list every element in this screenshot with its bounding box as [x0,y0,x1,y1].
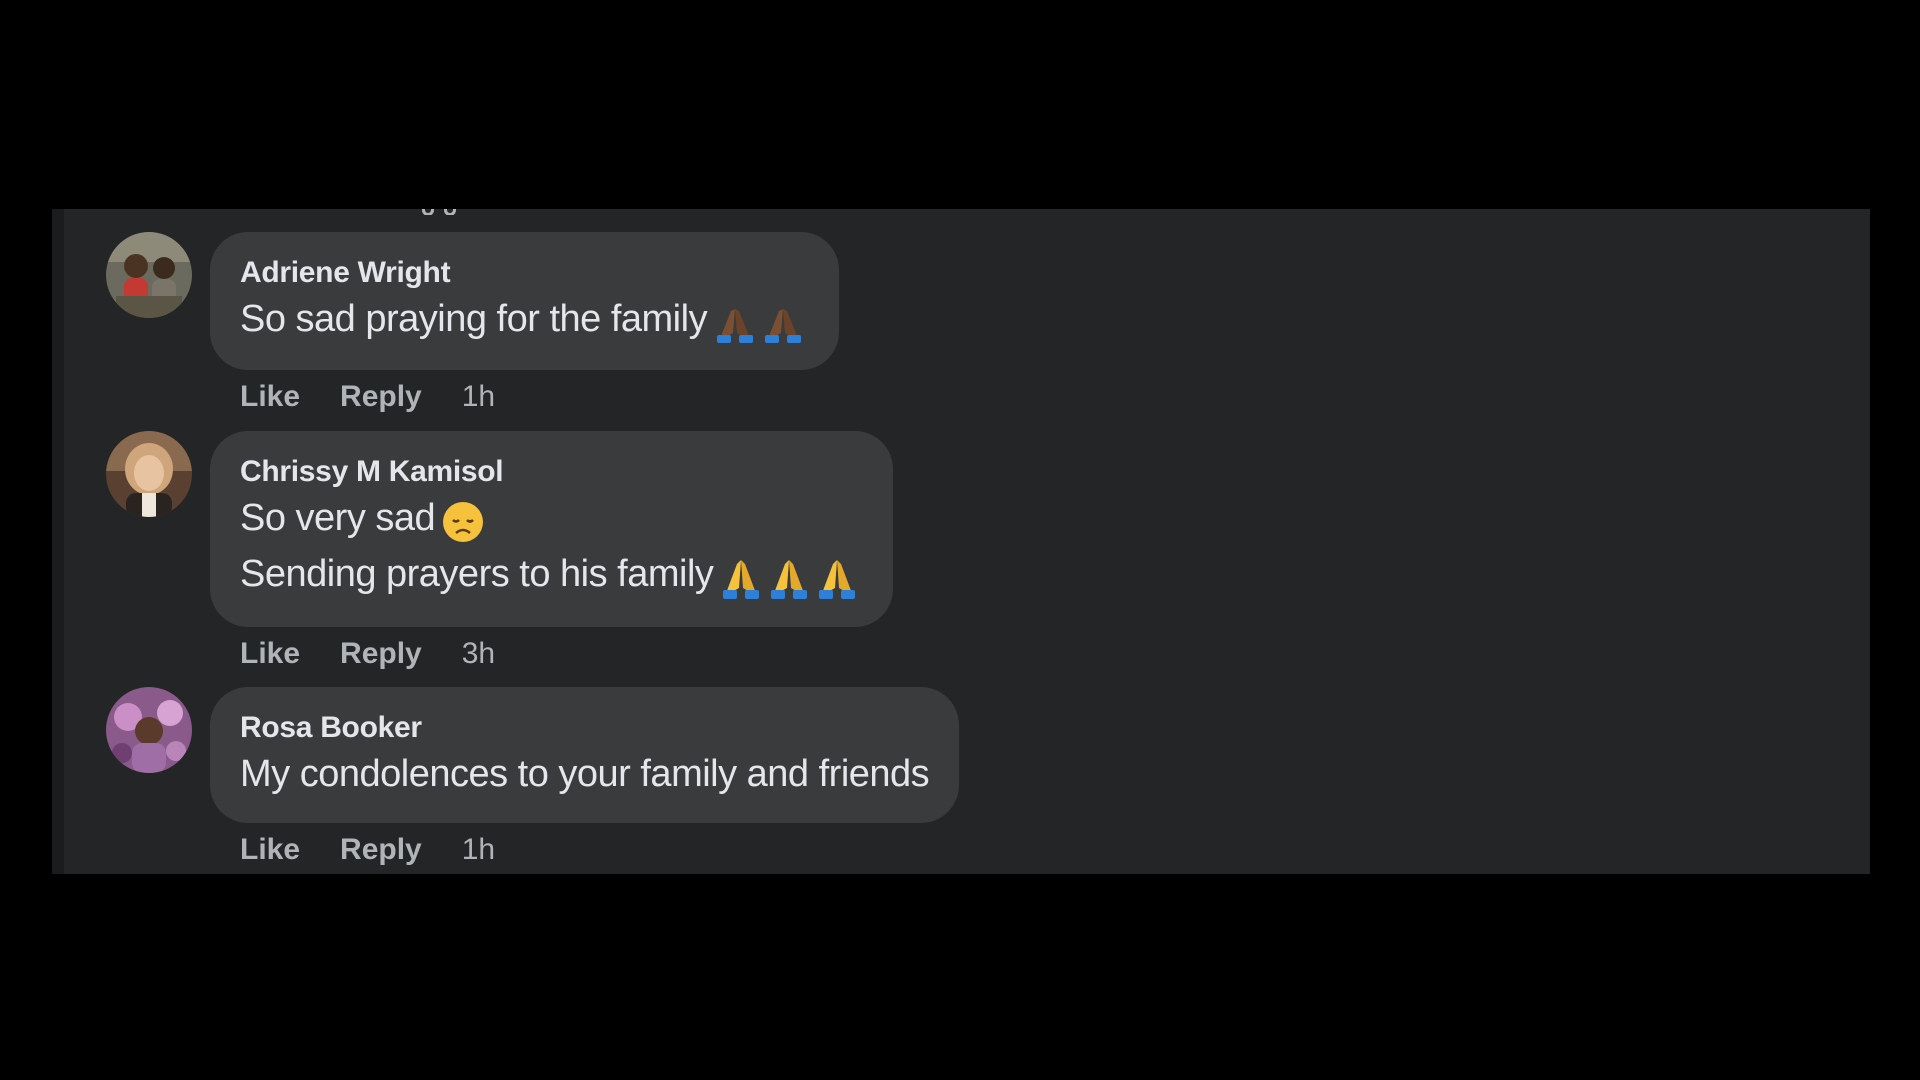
comment-bubble: Rosa Booker My condolences to your famil… [210,687,960,823]
comment-text-line: Sending prayers to his family [240,547,863,603]
comment-text-line: My condolences to your family and friend… [240,747,930,801]
comment-text: So very sad [240,497,436,539]
comment-text-line: So sad praying for the family [240,292,809,348]
comment-bubble: Adriene Wright So sad praying for the fa… [210,232,840,370]
comment-author[interactable]: Rosa Booker [240,709,929,747]
reply-button[interactable]: Reply [340,635,422,673]
emoji-group [441,493,489,547]
praying-hands-dark-skin-emoji [717,308,754,343]
screen: Adriene Wright So sad praying for the fa… [0,0,1920,1080]
comment-text: Sending prayers to his family [240,552,714,595]
comment-timestamp[interactable]: 3h [462,635,495,673]
avatar[interactable] [106,232,192,318]
comment-timestamp[interactable]: 1h [462,831,495,869]
comment-bubble: Chrissy M Kamisol So very sad Sending pr… [210,431,894,627]
like-button[interactable]: Like [240,378,300,416]
avatar[interactable] [106,687,192,773]
comment-text: So sad praying for the family [240,298,708,340]
reply-button[interactable]: Reply [340,831,422,869]
emoji-group [719,549,863,603]
comment-author[interactable]: Chrissy M Kamisol [240,453,863,491]
avatar[interactable] [106,431,192,517]
reply-button[interactable]: Reply [340,378,422,416]
like-button[interactable]: Like [240,635,300,673]
praying-hands-emoji [723,559,760,599]
comment-actions: Like Reply 3h [240,635,495,673]
praying-hands-emoji [819,559,856,599]
emoji-group [713,294,809,348]
comment-actions: Like Reply 1h [240,378,495,416]
praying-hands-emoji [771,559,808,599]
comment-author[interactable]: Adriene Wright [240,254,809,292]
like-button[interactable]: Like [240,831,300,869]
disappointed-face-emoji [443,501,484,542]
clipped-text-fragment [422,209,482,215]
comment-text: My condolences to your family and friend… [240,753,930,795]
comment-actions: Like Reply 1h [240,831,495,869]
comment-text-line: So very sad [240,491,863,547]
praying-hands-dark-skin-emoji [765,308,802,343]
comment-timestamp[interactable]: 1h [462,378,495,416]
comments-panel: Adriene Wright So sad praying for the fa… [52,209,1870,874]
panel-left-edge [52,209,64,874]
